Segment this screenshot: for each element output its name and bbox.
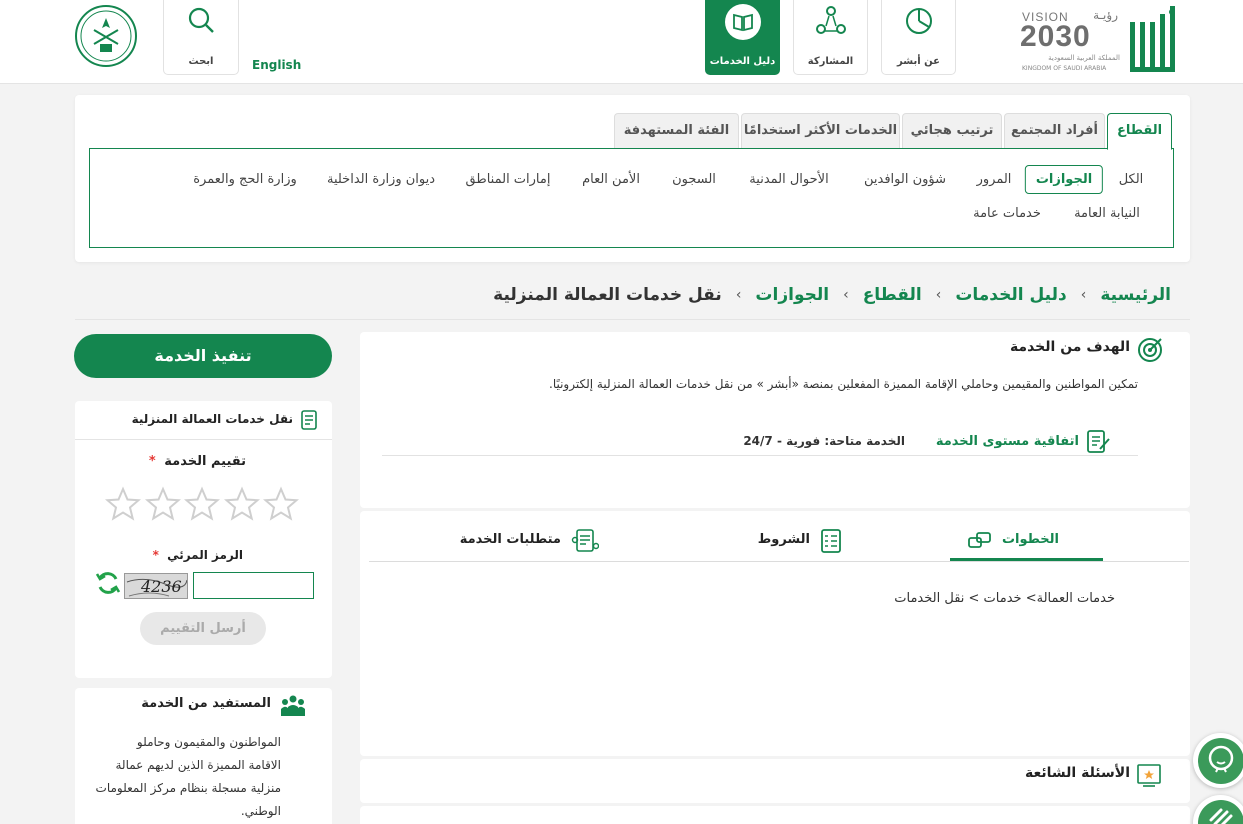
tab-alphabetical[interactable]: ترتيب هجائي xyxy=(902,113,1002,149)
rating-label-row: تقييم الخدمة * xyxy=(149,454,246,469)
vision-2030-logo: VISION رؤيـة 2030 المملكة العربية السعود… xyxy=(1020,8,1120,76)
service-goal-card xyxy=(360,332,1190,508)
execute-service-button[interactable]: تنفيذ الخدمة xyxy=(74,334,332,378)
nav-participation-label: المشاركة xyxy=(807,56,854,67)
sector-public-prosecution[interactable]: النيابة العامة xyxy=(1074,206,1140,221)
breadcrumb-separator: › xyxy=(843,287,849,303)
faq-title[interactable]: الأسئلة الشائعة xyxy=(1025,765,1130,781)
sla-link[interactable]: اتفاقية مستوى الخدمة xyxy=(936,434,1079,449)
checklist-icon xyxy=(821,529,841,553)
sector-general-services[interactable]: خدمات عامة xyxy=(973,206,1041,221)
vision-arabic-word: رؤيـة xyxy=(1093,8,1118,22)
rating-card-header-divider xyxy=(75,439,332,440)
ministry-emblem xyxy=(74,4,138,72)
breadcrumb-home[interactable]: الرئيسية xyxy=(1100,285,1171,305)
required-mark: * xyxy=(152,548,159,562)
tab-community-members[interactable]: أفراد المجتمع xyxy=(1004,113,1105,149)
beneficiary-line-1: المواطنون والمقيمون وحاملو xyxy=(136,735,281,749)
breadcrumb-separator: › xyxy=(935,287,942,303)
tab-conditions-label: الشروط xyxy=(757,532,810,547)
tab-most-used[interactable]: الخدمات الأكثر استخدامًا xyxy=(741,113,900,149)
book-icon xyxy=(724,4,761,40)
sector-prisons[interactable]: السجون xyxy=(672,172,716,187)
beneficiary-line-4: الوطني. xyxy=(240,804,281,818)
beneficiary-line-3: منزلية مسجلة بنظام مركز المعلومات xyxy=(95,781,281,795)
breadcrumb-separator: › xyxy=(1080,287,1087,303)
star-1[interactable] xyxy=(262,486,300,526)
refresh-captcha-icon[interactable] xyxy=(95,570,121,600)
nav-about-label: عن أبشر xyxy=(897,56,940,67)
people-group-icon xyxy=(280,694,306,722)
sector-traffic[interactable]: المرور xyxy=(977,172,1012,187)
steps-icon xyxy=(968,532,991,548)
tabs-divider xyxy=(369,561,1189,562)
nav-services-guide[interactable]: دليل الخدمات xyxy=(705,0,780,75)
captcha-code: 4236 xyxy=(141,577,182,596)
sector-passports[interactable]: الجوازات xyxy=(1024,165,1104,194)
tab-target-group[interactable]: الفئة المستهدفة xyxy=(614,113,739,149)
tab-requirements[interactable]: متطلبات الخدمة xyxy=(460,520,603,561)
sector-interior-ministry[interactable]: ديوان وزارة الداخلية xyxy=(327,172,435,187)
nav-search-label: ابحث xyxy=(188,56,214,67)
rating-label: تقييم الخدمة xyxy=(164,454,246,469)
service-goal-title: الهدف من الخدمة xyxy=(1009,339,1130,355)
top-header: VISION رؤيـة 2030 المملكة العربية السعود… xyxy=(0,0,1243,84)
tab-steps[interactable]: الخطوات xyxy=(950,520,1103,561)
search-icon xyxy=(188,7,214,33)
breadcrumb-services-guide[interactable]: دليل الخدمات xyxy=(955,285,1066,305)
vision-year: 2030 xyxy=(1020,20,1091,53)
nav-participation[interactable]: المشاركة xyxy=(793,0,868,75)
tab-steps-label: الخطوات xyxy=(1001,532,1059,547)
star-2[interactable] xyxy=(223,486,261,526)
target-icon xyxy=(1137,337,1163,367)
sidebar-service-name: نقل خدمات العمالة المنزلية xyxy=(131,412,293,426)
sector-civil-affairs[interactable]: الأحوال المدنية xyxy=(749,172,828,187)
breadcrumb-bar: الرئيسية › دليل الخدمات › القطاع › الجوا… xyxy=(75,272,1190,320)
chat-support-icon[interactable] xyxy=(1193,733,1243,788)
vision-ksa-en: KINGDOM OF SAUDI ARABIA xyxy=(1022,65,1107,72)
required-mark: * xyxy=(148,454,156,469)
sector-hajj-umrah[interactable]: وزارة الحج والعمرة xyxy=(193,172,297,187)
captcha-image: 4236 xyxy=(124,573,188,599)
breadcrumb-sector[interactable]: القطاع xyxy=(863,285,922,305)
breadcrumb-passports[interactable]: الجوازات xyxy=(755,285,829,305)
divider xyxy=(382,455,1138,456)
sector-public-security[interactable]: الأمن العام xyxy=(582,172,640,187)
star-3[interactable] xyxy=(183,486,221,526)
sector-all[interactable]: الكل xyxy=(1119,172,1144,187)
document-icon xyxy=(300,410,318,434)
beneficiary-title: المستفيد من الخدمة xyxy=(141,696,271,711)
captcha-label-row: الرمز المرئي * xyxy=(153,548,243,562)
send-rating-button[interactable]: أرسل التقييم xyxy=(140,612,266,645)
sector-expatriates[interactable]: شؤون الوافدين xyxy=(864,172,946,187)
beneficiary-line-2: الاقامة المميزة الذين لديهم عمالة xyxy=(115,758,281,772)
captcha-input[interactable] xyxy=(193,572,314,599)
sign-language-icon[interactable] xyxy=(1193,795,1243,824)
faq-list xyxy=(360,806,1190,824)
breadcrumb-separator: › xyxy=(735,287,742,303)
captcha-label: الرمز المرئي xyxy=(167,548,243,562)
requirements-icon xyxy=(571,529,599,552)
star-5[interactable] xyxy=(104,486,142,526)
tab-sector[interactable]: القطاع xyxy=(1107,113,1172,150)
service-availability: الخدمة متاحة: فورية - 24/7 xyxy=(743,434,905,448)
tab-requirements-label: متطلبات الخدمة xyxy=(459,532,561,547)
absher-logo[interactable] xyxy=(1124,4,1184,76)
sector-list-box xyxy=(89,148,1174,248)
nav-search[interactable]: ابحث xyxy=(163,0,239,75)
tab-conditions[interactable]: الشروط xyxy=(758,520,846,561)
breadcrumb-current-page: نقل خدمات العمالة المنزلية xyxy=(493,285,722,305)
nav-about-absher[interactable]: عن أبشر xyxy=(881,0,956,75)
service-goal-text: تمكين المواطنين والمقيمين وحاملي الإقامة… xyxy=(549,377,1138,391)
breadcrumb: الرئيسية › دليل الخدمات › القطاع › الجوا… xyxy=(493,285,1171,305)
pie-chart-icon xyxy=(905,8,932,34)
nav-services-guide-label: دليل الخدمات xyxy=(709,56,776,67)
english-language-link[interactable]: English xyxy=(252,58,301,72)
network-people-icon xyxy=(815,6,846,34)
star-4[interactable] xyxy=(144,486,182,526)
faq-icon xyxy=(1136,762,1162,792)
vision-ksa-ar: المملكة العربية السعودية xyxy=(1048,54,1120,62)
sector-emirates[interactable]: إمارات المناطق xyxy=(466,172,551,187)
steps-content: خدمات العمالة> خدمات > نقل الخدمات xyxy=(894,591,1115,606)
